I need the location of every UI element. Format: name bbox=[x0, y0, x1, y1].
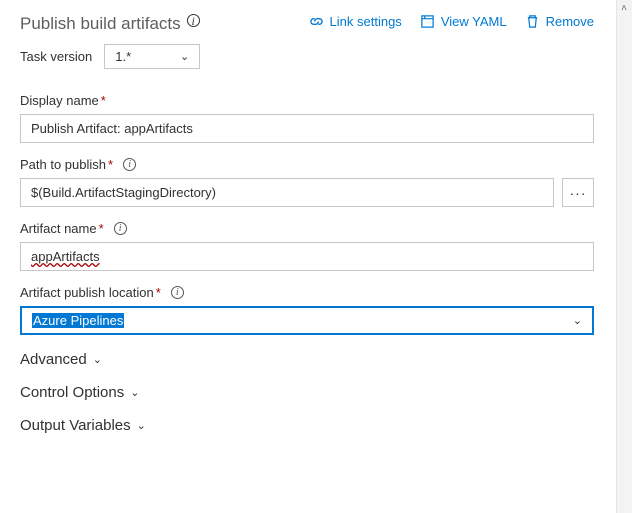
artifact-name-value: appArtifacts bbox=[31, 249, 100, 264]
path-to-publish-label: Path to publish bbox=[20, 157, 106, 172]
remove-button[interactable]: Remove bbox=[525, 14, 594, 29]
display-name-input[interactable] bbox=[20, 114, 594, 143]
required-asterisk: * bbox=[108, 157, 113, 172]
info-icon[interactable]: i bbox=[187, 14, 200, 27]
section-output-variables[interactable]: Output Variables ⌄ bbox=[20, 417, 594, 434]
path-to-publish-input[interactable] bbox=[20, 178, 554, 207]
trash-icon bbox=[525, 14, 540, 29]
required-asterisk: * bbox=[101, 93, 106, 108]
info-icon[interactable]: i bbox=[114, 222, 127, 235]
view-yaml-button[interactable]: View YAML bbox=[420, 14, 507, 29]
scrollbar[interactable]: ˄ bbox=[616, 0, 632, 513]
publish-location-select[interactable]: Azure Pipelines ⌄ bbox=[20, 306, 594, 335]
section-advanced-label: Advanced bbox=[20, 351, 87, 368]
header-actions: Link settings View YAML Remove bbox=[309, 14, 594, 29]
section-control-options[interactable]: Control Options ⌄ bbox=[20, 384, 594, 401]
section-output-variables-label: Output Variables bbox=[20, 417, 131, 434]
task-version-select[interactable]: 1.* ⌄ bbox=[104, 44, 200, 69]
chevron-down-icon: ⌄ bbox=[137, 419, 146, 432]
task-version-label: Task version bbox=[20, 49, 92, 64]
publish-location-value: Azure Pipelines bbox=[32, 313, 124, 328]
remove-label: Remove bbox=[546, 14, 594, 29]
chevron-down-icon: ⌄ bbox=[93, 353, 102, 366]
required-asterisk: * bbox=[99, 221, 104, 236]
link-settings-label: Link settings bbox=[330, 14, 402, 29]
section-advanced[interactable]: Advanced ⌄ bbox=[20, 351, 594, 368]
info-icon[interactable]: i bbox=[171, 286, 184, 299]
browse-button[interactable]: ··· bbox=[562, 178, 594, 207]
link-icon bbox=[309, 14, 324, 29]
scroll-up-icon[interactable]: ˄ bbox=[616, 0, 632, 16]
page-title: Publish build artifacts bbox=[20, 14, 181, 34]
info-icon[interactable]: i bbox=[123, 158, 136, 171]
link-settings-button[interactable]: Link settings bbox=[309, 14, 402, 29]
view-yaml-label: View YAML bbox=[441, 14, 507, 29]
display-name-label: Display name bbox=[20, 93, 99, 108]
required-asterisk: * bbox=[156, 285, 161, 300]
artifact-name-label: Artifact name bbox=[20, 221, 97, 236]
yaml-icon bbox=[420, 14, 435, 29]
publish-location-label: Artifact publish location bbox=[20, 285, 154, 300]
chevron-down-icon: ⌄ bbox=[130, 386, 139, 399]
artifact-name-input[interactable]: appArtifacts bbox=[20, 242, 594, 271]
chevron-down-icon: ⌄ bbox=[180, 50, 189, 63]
chevron-down-icon: ⌄ bbox=[573, 314, 582, 327]
section-control-options-label: Control Options bbox=[20, 384, 124, 401]
task-version-value: 1.* bbox=[115, 49, 131, 64]
